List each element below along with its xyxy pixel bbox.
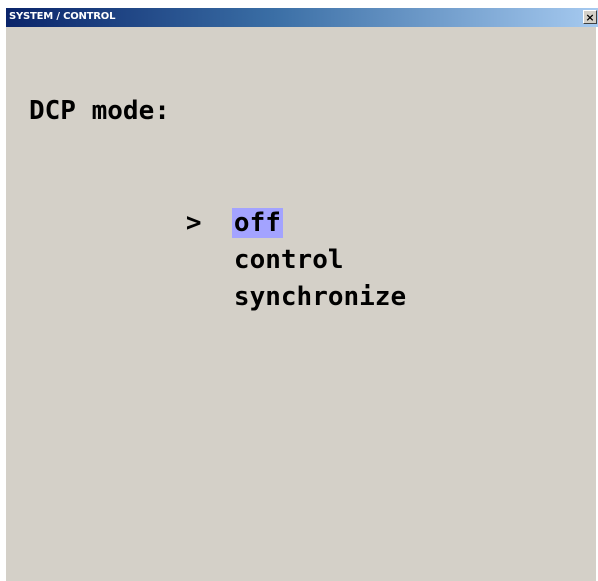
menu-item-control[interactable]: control	[92, 205, 408, 275]
dcp-mode-prompt: DCP mode:	[29, 96, 170, 126]
close-icon: ×	[585, 10, 595, 24]
menu-item-off[interactable]: > off	[92, 168, 408, 238]
close-button[interactable]: ×	[583, 10, 597, 24]
menu-item-label: synchronize	[233, 282, 407, 312]
dcp-mode-window: SYSTEM / CONTROL × DCP mode: > off contro…	[6, 8, 598, 581]
window-title: SYSTEM / CONTROL	[9, 11, 116, 22]
window-titlebar[interactable]: SYSTEM / CONTROL ×	[6, 8, 598, 27]
dcp-mode-menu: > off control synchronize	[92, 168, 408, 312]
menu-item-synchronize[interactable]: synchronize	[92, 242, 408, 312]
